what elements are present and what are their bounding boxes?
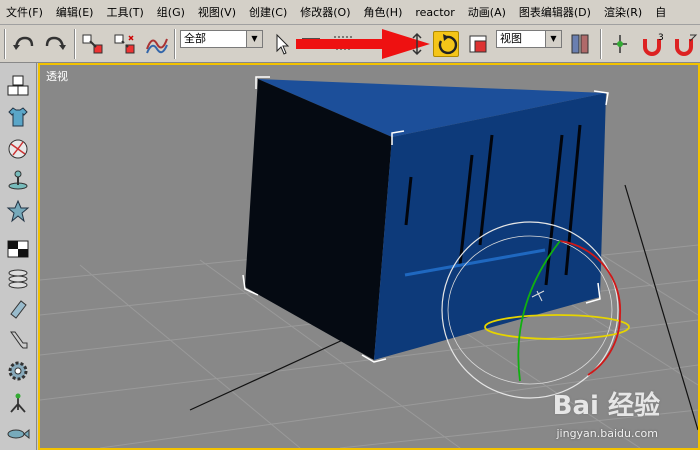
cursor-arrow-icon — [276, 33, 290, 55]
menu-tools[interactable]: 工具(T) — [100, 4, 150, 20]
baidu-watermark: Bai 经验 — [552, 391, 660, 421]
space-warp-icon — [146, 38, 168, 54]
gear-icon — [8, 361, 28, 381]
unlink-icon — [114, 34, 135, 54]
chevron-down-icon: ▼ — [246, 31, 262, 47]
ball-icon — [8, 139, 28, 159]
menu-edit[interactable]: 编辑(E) — [50, 4, 101, 20]
select-object-button[interactable] — [268, 31, 294, 57]
bone-button[interactable] — [5, 327, 31, 353]
rotate-icon — [438, 34, 458, 55]
hierarchy-button[interactable] — [5, 420, 31, 446]
menu-bar: 文件(F) 编辑(E) 工具(T) 组(G) 视图(V) 创建(C) 修改器(O… — [0, 0, 700, 25]
chevron-down-icon: ▼ — [545, 31, 561, 47]
manipulate-icon — [613, 35, 627, 53]
star-figure-icon — [6, 199, 30, 223]
angle-snap-button[interactable] — [672, 31, 698, 57]
redo-icon — [45, 36, 66, 50]
create-geometry-button[interactable] — [5, 73, 31, 99]
toolbar-separator — [74, 29, 76, 59]
unlink-button[interactable] — [112, 31, 138, 57]
main-toolbar: 全部 ▼ 视图 ▼ 3 — [0, 25, 700, 63]
menu-group[interactable]: 组(G) — [151, 4, 192, 20]
perspective-viewport[interactable]: 透视 Bai 经验 jingyan.baidu.com — [38, 63, 700, 450]
menu-modifiers[interactable]: 修改器(O) — [294, 4, 357, 20]
checker-icon — [7, 240, 29, 258]
pivot-center-icon — [571, 34, 589, 54]
cylinder-button[interactable] — [5, 296, 31, 322]
snaps-toggle-button[interactable]: 3 — [640, 31, 666, 57]
pin-helper-icon — [8, 170, 28, 190]
shirt-icon — [8, 107, 28, 127]
menu-animation[interactable]: 动画(A) — [462, 4, 513, 20]
menu-rendering[interactable]: 渲染(R) — [598, 4, 649, 20]
viewport-label[interactable]: 透视 — [46, 68, 68, 84]
fish-icon — [7, 428, 30, 440]
snap-dimension-label: 3 — [658, 33, 664, 43]
pivot-button[interactable] — [5, 390, 31, 416]
select-and-manipulate-button[interactable] — [607, 31, 633, 57]
bind-space-warp-button[interactable] — [144, 31, 170, 57]
selection-filter-dropdown[interactable]: 全部 ▼ — [180, 30, 263, 48]
reference-coordinate-value: 视图 — [500, 32, 522, 45]
left-tool-panel — [0, 63, 37, 450]
undo-icon — [13, 36, 34, 50]
select-and-scale-button[interactable] — [465, 31, 491, 57]
cube-object[interactable] — [242, 76, 609, 363]
toolbar-separator — [600, 29, 602, 59]
menu-graph-editors[interactable]: 图表编辑器(D) — [513, 4, 598, 20]
cylinder-icon — [10, 300, 27, 319]
select-and-rotate-button[interactable] — [433, 31, 459, 57]
selection-filter-value: 全部 — [184, 32, 206, 45]
menu-views[interactable]: 视图(V) — [192, 4, 243, 20]
stack-icon — [8, 269, 28, 289]
menu-customize[interactable]: 自 — [649, 4, 673, 20]
move-arrows-icon — [412, 32, 422, 56]
select-and-link-button[interactable] — [80, 31, 106, 57]
watermark-url: jingyan.baidu.com — [556, 427, 658, 440]
particles-button[interactable] — [5, 198, 31, 224]
angle-snap-icon — [675, 34, 698, 56]
geometry-boxes-icon — [7, 75, 29, 96]
dynamics-button[interactable] — [5, 136, 31, 162]
reference-coordinate-dropdown[interactable]: 视图 ▼ — [496, 30, 562, 48]
materials-button[interactable] — [5, 236, 31, 262]
toolbar-separator — [174, 29, 176, 59]
magnet-icon: 3 — [643, 33, 664, 56]
link-icon — [82, 34, 103, 54]
tripod-icon — [10, 393, 26, 413]
bone-icon — [10, 331, 28, 349]
redo-button[interactable] — [42, 31, 68, 57]
menu-create[interactable]: 创建(C) — [243, 4, 294, 20]
settings-button[interactable] — [5, 358, 31, 384]
menu-file[interactable]: 文件(F) — [0, 4, 50, 20]
select-and-move-button[interactable] — [404, 31, 430, 57]
menu-reactor[interactable]: reactor — [409, 6, 461, 19]
toolbar-separator — [4, 29, 6, 59]
character-button[interactable] — [5, 104, 31, 130]
pivot-center-button[interactable] — [567, 31, 593, 57]
helpers-button[interactable] — [5, 167, 31, 193]
axis-line-x — [189, 332, 359, 411]
menu-character[interactable]: 角色(H) — [358, 4, 410, 20]
scale-icon — [469, 35, 487, 53]
layers-button[interactable] — [5, 266, 31, 292]
undo-button[interactable] — [11, 31, 37, 57]
